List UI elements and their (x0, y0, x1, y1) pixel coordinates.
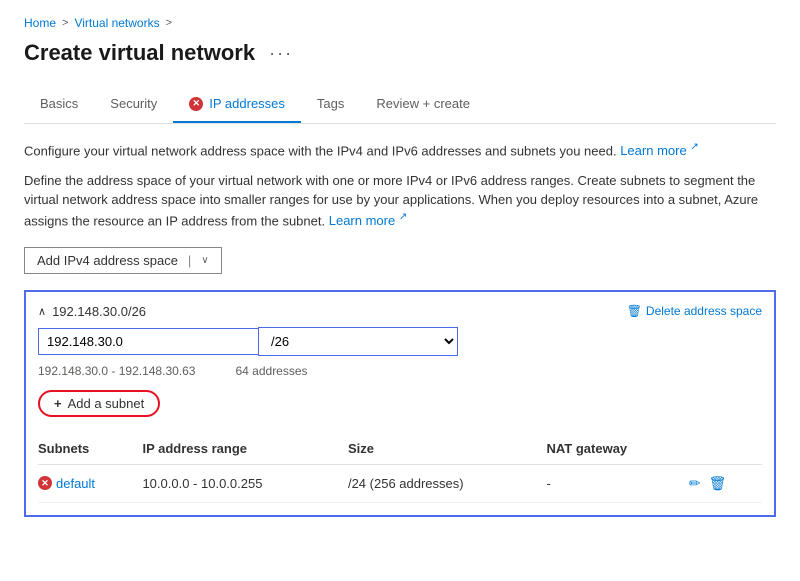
delete-icon[interactable]: 🗑 (709, 475, 727, 492)
address-space-title: ∧ 192.148.30.0/26 (38, 304, 146, 319)
delete-address-space-link[interactable]: 🗑 Delete address space (627, 304, 762, 318)
ip-input-row: /26 /24 /25 /27 /28 (38, 327, 762, 356)
breadcrumb-virtual-networks[interactable]: Virtual networks (74, 16, 159, 30)
collapse-icon[interactable]: ∧ (38, 305, 46, 318)
add-subnet-button[interactable]: + Add a subnet (38, 390, 160, 417)
trash-icon: 🗑 (627, 304, 642, 318)
breadcrumb-sep2: > (166, 17, 172, 29)
address-space-value: 192.148.30.0/26 (52, 304, 146, 319)
subnets-table: Subnets IP address range Size NAT gatewa… (38, 433, 762, 503)
subnet-ip-range-cell: 10.0.0.0 - 10.0.0.255 (142, 464, 348, 502)
page-title: Create virtual network (24, 40, 255, 66)
col-ip-range: IP address range (142, 433, 348, 465)
plus-icon: + (54, 396, 62, 411)
subnet-name: default (56, 476, 95, 491)
col-nat-gateway: NAT gateway (546, 433, 688, 465)
chevron-down-icon: ∨ (201, 255, 208, 266)
tab-security[interactable]: Security (94, 86, 173, 123)
breadcrumb-sep1: > (62, 17, 68, 29)
subnet-ip-range: 10.0.0.0 - 10.0.0.255 (142, 476, 262, 491)
description2: Define the address space of your virtual… (24, 171, 776, 231)
ip-addresses-error-icon: ✕ (189, 97, 203, 111)
col-size: Size (348, 433, 547, 465)
subnet-size: /24 (256 addresses) (348, 476, 464, 491)
tab-ip-addresses-label: IP addresses (209, 96, 285, 111)
add-ipv4-label: Add IPv4 address space (37, 253, 178, 268)
tab-review-create-label: Review + create (376, 96, 470, 111)
col-subnets: Subnets (38, 433, 142, 465)
col-actions (689, 433, 762, 465)
subnet-name-cell: ✕ default (38, 464, 142, 502)
breadcrumb-home[interactable]: Home (24, 16, 56, 30)
subnet-nat: - (546, 476, 550, 491)
table-row: ✕ default 10.0.0.0 - 10.0.0.255 /24 (256… (38, 464, 762, 502)
tabs-container: Basics Security ✕ IP addresses Tags Revi… (24, 86, 776, 124)
page-title-row: Create virtual network ··· (24, 40, 776, 66)
btn-divider: | (188, 253, 191, 268)
subnet-nat-cell: - (546, 464, 688, 502)
address-space-header: ∧ 192.148.30.0/26 🗑 Delete address space (38, 304, 762, 319)
learn-more-link1[interactable]: Learn more ↗ (620, 143, 699, 158)
ip-range-text: 192.148.30.0 - 192.148.30.63 (38, 364, 195, 378)
subnet-error-icon: ✕ (38, 476, 52, 490)
more-options-button[interactable]: ··· (265, 43, 297, 64)
learn-more-link2[interactable]: Learn more ↗ (329, 213, 408, 228)
table-header-row: Subnets IP address range Size NAT gatewa… (38, 433, 762, 465)
subnet-name-link[interactable]: ✕ default (38, 476, 134, 491)
description1: Configure your virtual network address s… (24, 140, 776, 161)
tab-basics-label: Basics (40, 96, 78, 111)
tab-security-label: Security (110, 96, 157, 111)
edit-icon[interactable]: ✏ (689, 475, 701, 492)
tab-ip-addresses[interactable]: ✕ IP addresses (173, 86, 301, 123)
add-ipv4-button[interactable]: Add IPv4 address space | ∨ (24, 247, 222, 274)
ip-address-input[interactable] (38, 328, 258, 355)
subnet-size-cell: /24 (256 addresses) (348, 464, 547, 502)
tab-basics[interactable]: Basics (24, 86, 94, 123)
action-icons: ✏ 🗑 (689, 475, 754, 492)
address-space-container: ∧ 192.148.30.0/26 🗑 Delete address space… (24, 290, 776, 517)
tab-tags[interactable]: Tags (301, 86, 360, 123)
tab-tags-label: Tags (317, 96, 344, 111)
tab-review-create[interactable]: Review + create (360, 86, 486, 123)
delete-address-space-label: Delete address space (646, 304, 762, 318)
cidr-select[interactable]: /26 /24 /25 /27 /28 (258, 327, 458, 356)
subnet-actions-cell: ✏ 🗑 (689, 464, 762, 502)
breadcrumb: Home > Virtual networks > (24, 16, 776, 30)
add-subnet-label: Add a subnet (68, 396, 145, 411)
ip-range-row: 192.148.30.0 - 192.148.30.63 64 addresse… (38, 364, 762, 378)
ip-range-count: 64 addresses (235, 364, 307, 378)
